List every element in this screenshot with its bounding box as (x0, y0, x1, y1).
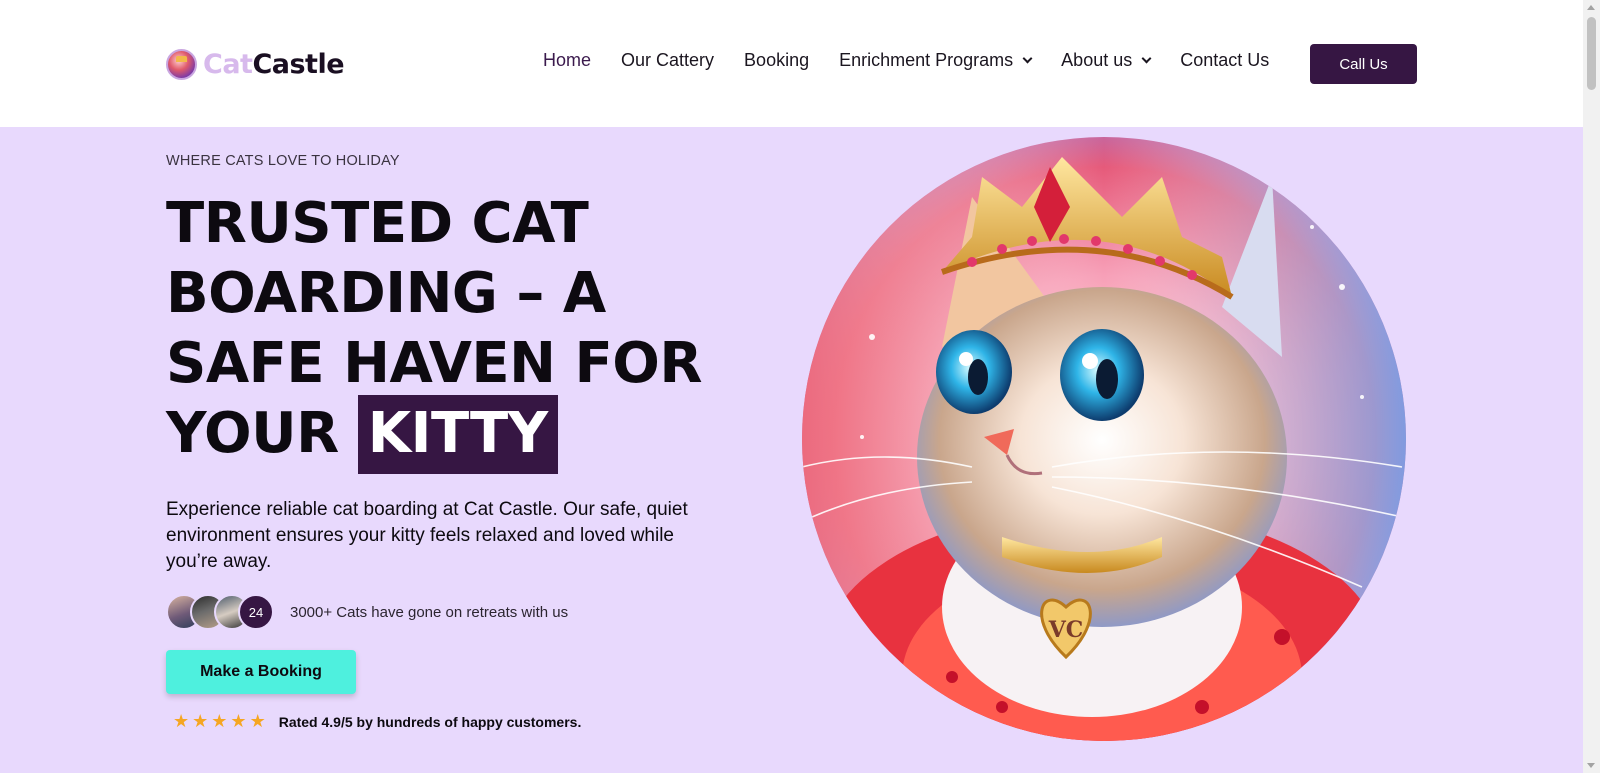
scrollbar-thumb[interactable] (1587, 17, 1596, 90)
cat-crown-logo-icon (166, 48, 197, 80)
star-icon: ★ (249, 711, 266, 732)
main-nav: Home Our Cattery Booking Enrichment Prog… (543, 50, 1299, 71)
brand-name-part-2: Castle (252, 48, 345, 80)
star-icon: ★ (173, 711, 190, 732)
make-booking-button[interactable]: Make a Booking (166, 650, 356, 694)
call-us-button[interactable]: Call Us (1310, 44, 1417, 84)
nav-item-our-cattery[interactable]: Our Cattery (621, 50, 714, 71)
page-scrollbar[interactable] (1583, 0, 1600, 773)
hero-headline-highlight: KITTY (357, 395, 558, 474)
nav-item-label: Enrichment Programs (839, 50, 1014, 70)
star-icon: ★ (230, 711, 247, 732)
nav-item-label: About us (1061, 50, 1133, 70)
page: Cat Castle Home Our Cattery Booking Enri… (0, 0, 1600, 773)
star-icon: ★ (211, 711, 228, 732)
scroll-up-arrow-icon[interactable] (1587, 5, 1595, 10)
cat-with-crown-illustration: VC (802, 137, 1406, 741)
chevron-down-icon (1141, 53, 1152, 64)
scroll-down-arrow-icon[interactable] (1587, 763, 1595, 768)
hero-cat-image: VC (802, 137, 1406, 741)
hero-headline: TRUSTED CAT BOARDING – A SAFE HAVEN FOR … (166, 189, 726, 474)
rating-row: ★ ★ ★ ★ ★ Rated 4.9/5 by hundreds of hap… (173, 713, 581, 731)
brand-name-part-1: Cat (203, 48, 253, 80)
avatar-count-badge: 24 (238, 594, 274, 630)
nav-item-label: Home (543, 50, 592, 70)
avatar-group: 24 (166, 594, 274, 630)
site-header: Cat Castle Home Our Cattery Booking Enri… (0, 0, 1583, 127)
rating-stars: ★ ★ ★ ★ ★ (173, 713, 269, 731)
social-proof-text: 3000+ Cats have gone on retreats with us (290, 603, 569, 621)
rating-text: Rated 4.9/5 by hundreds of happy custome… (278, 714, 582, 730)
nav-item-label: Contact Us (1180, 50, 1270, 70)
nav-item-home[interactable]: Home (543, 50, 591, 71)
nav-item-contact-us[interactable]: Contact Us (1180, 50, 1269, 71)
nav-item-enrichment-programs[interactable]: Enrichment Programs (839, 50, 1033, 71)
social-proof: 24 3000+ Cats have gone on retreats with… (166, 594, 568, 630)
nav-item-about-us[interactable]: About us (1061, 50, 1152, 71)
hero-section: WHERE CATS LOVE TO HOLIDAY TRUSTED CAT B… (0, 127, 1583, 773)
hero-lead-paragraph: Experience reliable cat boarding at Cat … (166, 499, 688, 572)
brand-logo[interactable]: Cat Castle (166, 46, 345, 82)
nav-item-label: Booking (744, 50, 810, 70)
star-icon: ★ (192, 711, 209, 732)
chevron-down-icon (1022, 53, 1033, 64)
nav-item-booking[interactable]: Booking (744, 50, 809, 71)
hero-eyebrow: WHERE CATS LOVE TO HOLIDAY (166, 153, 400, 169)
nav-item-label: Our Cattery (621, 50, 715, 70)
pendant-text: VC (1048, 617, 1084, 643)
